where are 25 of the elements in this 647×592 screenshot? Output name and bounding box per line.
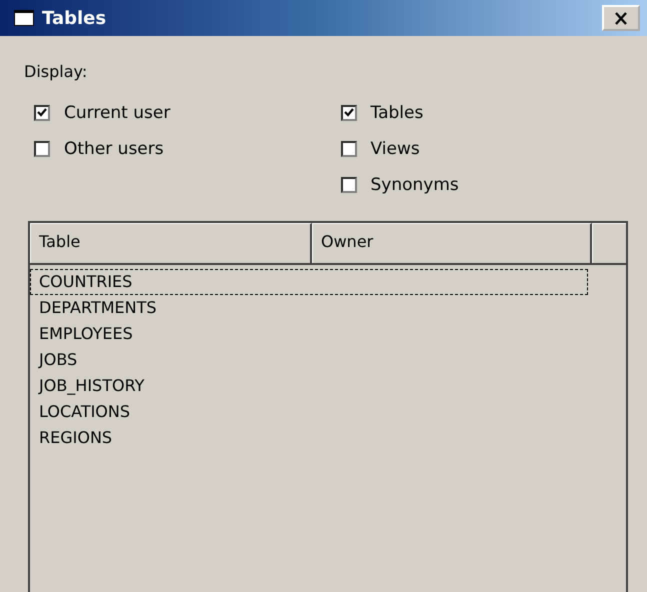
checkbox[interactable] (34, 141, 50, 157)
checkbox-option[interactable]: Views (340, 139, 420, 159)
table-row[interactable]: JOBS (30, 347, 588, 373)
table-row[interactable]: LOCATIONS (30, 399, 588, 425)
column-header[interactable]: Owner (312, 223, 592, 263)
close-button[interactable] (602, 5, 640, 31)
table-row[interactable]: EMPLOYEES (30, 321, 588, 347)
checkbox[interactable] (340, 105, 356, 121)
table-row[interactable]: REGIONS (30, 425, 588, 451)
table-row[interactable]: COUNTRIES (30, 269, 588, 295)
table-row[interactable]: JOB_HISTORY (30, 373, 588, 399)
column-header[interactable]: Table (30, 223, 312, 263)
checkbox[interactable] (340, 177, 356, 193)
column-header-filler (592, 223, 626, 263)
close-icon (614, 12, 628, 24)
checkbox[interactable] (340, 141, 356, 157)
checkbox[interactable] (34, 105, 50, 121)
window-title: Tables (42, 8, 108, 28)
display-label: Display: (24, 62, 88, 81)
window-icon (14, 10, 34, 26)
table-row[interactable]: DEPARTMENTS (30, 295, 588, 321)
checkbox-option[interactable]: Synonyms (340, 175, 459, 195)
checkbox-option[interactable]: Current user (34, 103, 170, 123)
checkbox-option[interactable]: Other users (34, 139, 164, 159)
checkbox-option[interactable]: Tables (340, 103, 424, 123)
